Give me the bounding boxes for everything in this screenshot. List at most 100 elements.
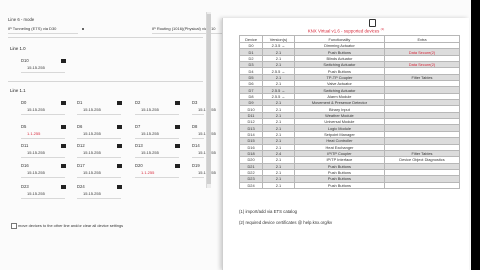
table-header-cell: Extra [383,35,461,43]
device-address-field[interactable]: 15.15.255 [21,64,65,73]
device-address: 15.15.255 [27,65,45,70]
table-header-row: Device Version(s) Functionality Extra [238,35,461,43]
device-name: D7 [135,124,141,129]
device-settings-icon[interactable] [117,125,122,129]
table-cell [383,181,461,189]
device-name: D6 [77,124,83,129]
device-address: 15.15.255 [192,150,216,155]
device-name: D20 [135,163,143,168]
device-address: 15.15.255 [83,150,101,155]
device-name: D17 [77,163,85,168]
device-name: D1 [77,100,83,105]
device-address: 15.15.255 [192,107,216,112]
knx-virtual-window: Line 6 - mode IP Tunneling (ETS) via D30… [0,0,471,270]
popup-title: KNX Virtual v1.6 - supported devices (1) [223,27,469,33]
device-address: 15.15.255 [83,131,101,136]
device-address: 1.1.255 [27,131,41,136]
device-settings-icon[interactable] [61,125,66,129]
device-address: 15.15.255 [27,150,45,155]
device-settings-icon[interactable] [61,164,66,168]
device-address-field[interactable]: 15.15.255 [192,106,216,115]
devices-table: Device Version(s) Functionality Extra D0 2.3… [238,35,461,189]
device-address-field[interactable]: 15.15.255 [21,169,65,178]
panel-header: Line 6 - mode [8,17,35,22]
device-name: D12 [77,143,85,148]
move-devices-checkbox[interactable] [11,223,17,229]
device-address-field[interactable]: 15.15.255 [192,169,216,178]
footnote-catalog: (1) import/add via ETS catalog [239,209,298,214]
device-address-field[interactable]: 15.15.255 [135,130,179,139]
table-header-cell: Device [238,35,264,43]
scrollbar-thumb[interactable] [207,14,211,184]
device-name: D13 [135,143,143,148]
device-settings-icon[interactable] [117,101,122,105]
dropdown-arrow-icon[interactable] [82,28,84,30]
device-address: 15.15.255 [27,107,45,112]
device-name: D24 [77,184,85,189]
device-address-field[interactable]: 15.15.255 [77,130,121,139]
line-title: Line 1.0 [10,46,26,51]
device-settings-icon[interactable] [175,125,180,129]
device-address-field[interactable]: 15.15.255 [77,106,121,115]
device-name: D0 [21,100,27,105]
device-address-field[interactable]: 15.15.255 [192,149,216,158]
device-address-field[interactable]: 15.15.255 [21,106,65,115]
line-title: Line 1.1 [10,88,26,93]
device-address: 15.15.255 [141,150,159,155]
device-address: 15.15.255 [141,107,159,112]
device-address-field[interactable]: 15.15.255 [192,130,216,139]
device-settings-icon[interactable] [175,144,180,148]
panel-scrollbar[interactable] [206,12,211,188]
device-settings-icon[interactable] [175,164,180,168]
device-address: 1.1.255 [141,170,155,175]
mouse-cursor-icon [369,19,376,27]
move-devices-label: move devices to the other line and/or cl… [18,223,124,228]
device-address: 15.15.255 [83,107,101,112]
device-address-field[interactable]: 1.1.255 [135,169,179,178]
popup-title-text: KNX Virtual v1.6 - supported devices [307,28,380,34]
device-address: 15.15.255 [83,170,101,175]
device-name: D3 [192,100,198,105]
device-address-field[interactable]: 15.15.255 [21,190,65,199]
dropdown-label: IP Tunneling (ETS) via D30 [8,26,57,31]
popup-title-sup: (1) [380,27,385,31]
table-header-cell: Functionality [293,35,385,43]
device-address-field[interactable]: 1.1.255 [21,130,65,139]
device-address-field[interactable]: 15.15.255 [135,149,179,158]
device-name: D11 [21,143,29,148]
device-settings-icon[interactable] [117,144,122,148]
device-name: D16 [21,163,29,168]
device-address: 15.15.255 [192,131,216,136]
table-cell: 2.1 [262,181,295,189]
device-address: 15.15.255 [141,131,159,136]
device-address-field[interactable]: 15.15.255 [135,106,179,115]
device-name: D14 [192,143,200,148]
ip-tunneling-dropdown[interactable]: IP Tunneling (ETS) via D30 [8,25,78,34]
device-address-field[interactable]: 15.15.255 [77,190,121,199]
table-body: D0 2.3.5 → Dimming Actuator D1 2.1 Push Butto… [238,41,461,189]
table-row: D24 2.1 Push Buttons [238,181,461,189]
device-settings-icon[interactable] [117,164,122,168]
device-address: 15.15.255 [27,170,45,175]
device-address-field[interactable]: 15.15.255 [77,169,121,178]
table-header-cell: Version(s) [262,35,295,43]
device-settings-icon[interactable] [61,185,66,189]
table-cell: Push Buttons [293,181,385,189]
device-address-field[interactable]: 15.15.255 [21,149,65,158]
device-settings-icon[interactable] [175,101,180,105]
device-address: 15.15.255 [192,170,216,175]
screen-border [471,0,480,270]
device-name: D23 [21,184,29,189]
device-name: D2 [135,100,141,105]
ip-routing-dropdown[interactable]: IP Routing (1016)(Physical) via D10 [152,25,222,34]
table-cell: D24 [238,181,264,189]
device-settings-icon[interactable] [61,101,66,105]
device-settings-icon[interactable] [61,144,66,148]
device-address: 15.15.255 [83,191,101,196]
device-settings-icon[interactable] [117,185,122,189]
device-address-field[interactable]: 15.15.255 [77,149,121,158]
device-settings-icon[interactable] [61,59,66,63]
device-name: D8 [192,124,198,129]
supported-devices-popup: KNX Virtual v1.6 - supported devices (1)… [222,18,469,270]
device-address: 15.15.255 [27,191,45,196]
